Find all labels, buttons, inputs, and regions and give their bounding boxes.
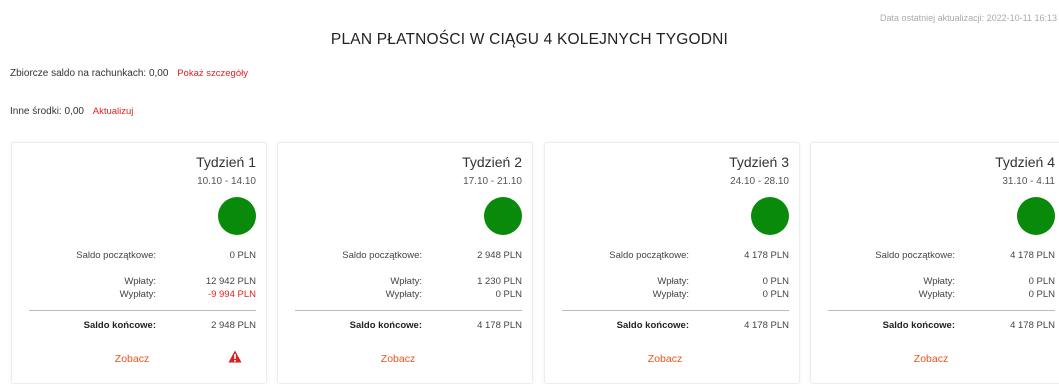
warning-icon[interactable] [228,350,242,363]
inflows-label: Wpłaty: [124,276,156,287]
outflows-value: 0 PLN [762,289,789,300]
opening-balance-label: Saldo początkowe: [76,250,156,261]
total-balance-value: 0,00 [148,68,169,79]
week-card-3: Tydzień 3 24.10 - 28.10 Saldo początkowe… [544,142,800,384]
closing-balance-label: Saldo końcowe: [83,320,156,331]
opening-balance-label: Saldo początkowe: [342,250,422,261]
week-date-range: 10.10 - 14.10 [197,176,256,187]
outflows-label: Wypłaty: [918,289,955,300]
outflows-label: Wypłaty: [119,289,156,300]
opening-balance-label: Saldo początkowe: [609,250,689,261]
week-title: Tydzień 3 [729,154,789,170]
outflows-value: 0 PLN [495,289,522,300]
other-funds-line: Inne środki: 0,00 Aktualizuj [10,106,133,117]
inflows-value: 1 230 PLN [477,276,522,287]
opening-balance-value: 0 PLN [229,250,256,261]
update-link[interactable]: Aktualizuj [93,106,134,117]
week-date-range: 17.10 - 21.10 [463,176,522,187]
last-update-timestamp: Data ostatniej aktualizacji: 2022-10-11 … [880,13,1057,23]
status-indicator-icon [1017,197,1055,235]
closing-balance-value: 2 948 PLN [211,320,256,331]
divider [295,310,522,311]
closing-balance-value: 4 178 PLN [744,320,789,331]
see-week-button[interactable]: Zobacz [92,353,172,365]
week-card-4: Tydzień 4 31.10 - 4.11 Saldo początkowe:… [810,142,1059,384]
see-week-button[interactable]: Zobacz [625,353,705,365]
see-week-button[interactable]: Zobacz [891,353,971,365]
inflows-value: 0 PLN [762,276,789,287]
week-title: Tydzień 4 [995,154,1055,170]
week-card-2: Tydzień 2 17.10 - 21.10 Saldo początkowe… [277,142,533,384]
divider [29,310,256,311]
total-balance-label: Zbiorcze saldo na rachunkach: [10,68,147,79]
show-details-link[interactable]: Pokaż szczegóły [177,68,248,79]
inflows-label: Wpłaty: [390,276,422,287]
opening-balance-value: 4 178 PLN [1010,250,1055,261]
week-date-range: 24.10 - 28.10 [730,176,789,187]
outflows-value: 0 PLN [1028,289,1055,300]
closing-balance-label: Saldo końcowe: [349,320,422,331]
closing-balance-label: Saldo końcowe: [882,320,955,331]
inflows-label: Wpłaty: [657,276,689,287]
inflows-value: 0 PLN [1028,276,1055,287]
inflows-label: Wpłaty: [923,276,955,287]
page-title: PLAN PŁATNOŚCI W CIĄGU 4 KOLEJNYCH TYGOD… [330,31,729,48]
other-funds-value: 0,00 [64,106,84,117]
divider [562,310,789,311]
outflows-value: -9 994 PLN [207,289,256,300]
status-indicator-icon [751,197,789,235]
opening-balance-label: Saldo początkowe: [875,250,955,261]
other-funds-label: Inne środki: [10,106,62,117]
status-indicator-icon [218,197,256,235]
week-card-1: Tydzień 1 10.10 - 14.10 Saldo początkowe… [11,142,267,384]
opening-balance-value: 4 178 PLN [744,250,789,261]
outflows-label: Wypłaty: [652,289,689,300]
total-balance-line: Zbiorcze saldo na rachunkach: 0,00 Pokaż… [10,68,248,79]
closing-balance-label: Saldo końcowe: [616,320,689,331]
week-title: Tydzień 1 [196,154,256,170]
see-week-button[interactable]: Zobacz [358,353,438,365]
status-indicator-icon [484,197,522,235]
opening-balance-value: 2 948 PLN [477,250,522,261]
closing-balance-value: 4 178 PLN [477,320,522,331]
inflows-value: 12 942 PLN [205,276,256,287]
divider [828,310,1055,311]
week-title: Tydzień 2 [462,154,522,170]
outflows-label: Wypłaty: [385,289,422,300]
closing-balance-value: 4 178 PLN [1010,320,1055,331]
week-date-range: 31.10 - 4.11 [1002,176,1055,187]
